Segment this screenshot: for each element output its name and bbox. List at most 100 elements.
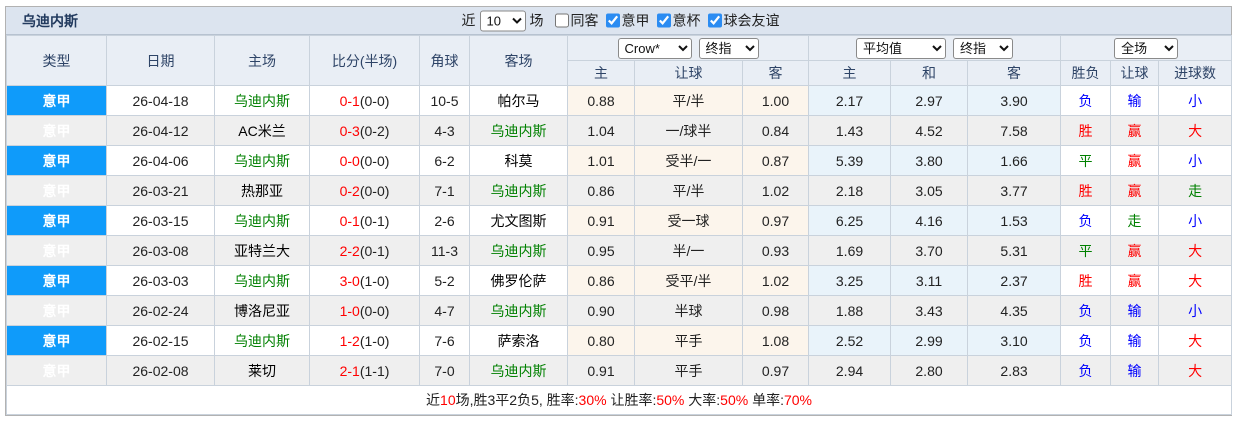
recent-count-select[interactable]: 10 [479, 10, 526, 31]
result-goals: 走 [1158, 175, 1233, 206]
halftime-score: (1-0) [359, 272, 390, 289]
ah-home-odds: 0.91 [567, 205, 635, 236]
result-handicap: 赢 [1110, 265, 1160, 296]
fulltime-score: 0-3 [339, 122, 360, 139]
match-row: 意甲 26-04-06 乌迪内斯 0-0(0-0) 6-2 科莫 1.01 受半… [6, 145, 1233, 176]
halftime-score: (0-1) [359, 242, 390, 259]
fulltime-score: 1-0 [339, 302, 360, 319]
eu-home-odds: 2.94 [808, 355, 892, 386]
result-handicap: 输 [1110, 355, 1160, 386]
result-goals: 大 [1158, 115, 1233, 146]
eu-home-odds: 5.39 [808, 145, 892, 176]
summary-segment: 70% [783, 392, 813, 408]
league-badge: 意甲 [6, 265, 107, 296]
result-outcome: 平 [1060, 235, 1112, 266]
checkbox-input[interactable] [656, 13, 671, 28]
ah-away-odds: 1.00 [741, 85, 810, 116]
league-badge: 意甲 [6, 115, 107, 146]
eu-home-odds: 2.18 [808, 175, 892, 206]
filter-checkbox[interactable]: 意甲 [605, 11, 650, 31]
summary-segment: 50% [656, 392, 685, 408]
checkbox-input[interactable] [605, 13, 620, 28]
home-team: 热那亚 [214, 175, 310, 206]
ah-line: 一/球半 [634, 115, 743, 146]
match-row: 意甲 26-03-03 乌迪内斯 3-0(1-0) 5-2 佛罗伦萨 0.86 … [6, 265, 1233, 296]
col-header-ah-line: 让球 [634, 60, 743, 86]
eu-draw-odds: 2.97 [890, 85, 969, 116]
eu-away-odds: 2.37 [967, 265, 1062, 296]
match-score: 0-1(0-0) [309, 85, 420, 116]
home-team: 乌迪内斯 [214, 205, 310, 236]
eu-draw-odds: 4.52 [890, 115, 969, 146]
filter-checkbox[interactable]: 同客 [554, 11, 599, 31]
match-score: 0-0(0-0) [309, 145, 420, 176]
halftime-score: (0-1) [359, 212, 390, 229]
result-outcome: 负 [1060, 325, 1112, 356]
match-score: 2-2(0-1) [309, 235, 420, 266]
handicap-group-header: Crow* 终指 [566, 35, 810, 61]
eu-draw-odds: 3.43 [890, 295, 969, 326]
checkbox-input[interactable] [554, 13, 569, 28]
match-row: 意甲 26-02-08 莱切 2-1(1-1) 7-0 乌迪内斯 0.91 平手… [6, 355, 1233, 386]
corner-score: 7-6 [419, 325, 470, 356]
page-title: 乌迪内斯 [22, 13, 78, 29]
filter-checkbox[interactable]: 球会友谊 [707, 11, 780, 31]
result-outcome: 负 [1060, 355, 1112, 386]
eu-draw-odds: 3.70 [890, 235, 969, 266]
league-badge: 意甲 [6, 355, 107, 386]
eu-home-odds: 2.17 [808, 85, 892, 116]
match-history-table: 类型 日期 主场 比分(半场) 角球 客场 Crow* 终指 平均值 终指 全场… [5, 35, 1233, 415]
ah-away-odds: 1.08 [741, 325, 810, 356]
checkbox-input[interactable] [707, 13, 722, 28]
match-row: 意甲 26-04-12 AC米兰 0-3(0-2) 4-3 乌迪内斯 1.04 … [6, 115, 1233, 146]
ah-away-odds: 0.87 [741, 145, 810, 176]
ah-home-odds: 1.01 [567, 145, 635, 176]
ah-line: 受半/一 [634, 145, 743, 176]
ah-away-odds: 0.98 [741, 295, 810, 326]
eu-away-odds: 3.77 [967, 175, 1062, 206]
away-team: 帕尔马 [469, 85, 568, 116]
result-group-header: 全场 [1060, 35, 1233, 61]
eu-draw-odds: 3.11 [890, 265, 969, 296]
col-header-eu-home: 主 [808, 60, 892, 86]
fulltime-score: 2-1 [339, 362, 360, 379]
result-outcome: 负 [1060, 295, 1112, 326]
match-score: 3-0(1-0) [309, 265, 420, 296]
eu-away-odds: 7.58 [967, 115, 1062, 146]
ah-away-odds: 0.93 [741, 235, 810, 266]
result-goals: 大 [1158, 235, 1233, 266]
fulltime-score: 2-2 [339, 242, 360, 259]
eu-away-odds: 5.31 [967, 235, 1062, 266]
match-row: 意甲 26-02-15 乌迪内斯 1-2(1-0) 7-6 萨索洛 0.80 平… [6, 325, 1233, 356]
eu-away-odds: 1.53 [967, 205, 1062, 236]
result-outcome: 胜 [1060, 265, 1112, 296]
away-team: 尤文图斯 [469, 205, 568, 236]
home-team: 博洛尼亚 [214, 295, 310, 326]
halftime-score: (1-0) [359, 332, 390, 349]
match-score: 2-1(1-1) [309, 355, 420, 386]
company-select[interactable]: Crow* [617, 37, 692, 59]
home-team: 莱切 [214, 355, 310, 386]
scope-select[interactable]: 全场 [1114, 37, 1179, 59]
eu-draw-odds: 4.16 [890, 205, 969, 236]
eu-home-odds: 6.25 [808, 205, 892, 236]
col-header-eu-away: 客 [967, 60, 1062, 86]
average-select[interactable]: 平均值 [856, 37, 947, 59]
match-row: 意甲 26-02-24 博洛尼亚 1-0(0-0) 4-7 乌迪内斯 0.90 … [6, 295, 1233, 326]
result-goals: 大 [1158, 265, 1233, 296]
corner-score: 11-3 [419, 235, 470, 266]
col-header-corner: 角球 [419, 35, 470, 86]
home-team: 乌迪内斯 [214, 325, 310, 356]
checkbox-label: 意杯 [672, 12, 701, 29]
match-date: 26-02-08 [106, 355, 215, 386]
away-team: 乌迪内斯 [469, 235, 568, 266]
average-stage-select[interactable]: 终指 [953, 37, 1014, 59]
company-stage-select[interactable]: 终指 [698, 37, 759, 59]
away-team: 乌迪内斯 [469, 115, 568, 146]
away-team: 佛罗伦萨 [469, 265, 568, 296]
summary-segment: 10 [440, 392, 456, 408]
ah-away-odds: 1.02 [741, 175, 810, 206]
filter-checkbox[interactable]: 意杯 [656, 11, 701, 31]
match-score: 0-1(0-1) [309, 205, 420, 236]
ah-line: 平/半 [634, 85, 743, 116]
